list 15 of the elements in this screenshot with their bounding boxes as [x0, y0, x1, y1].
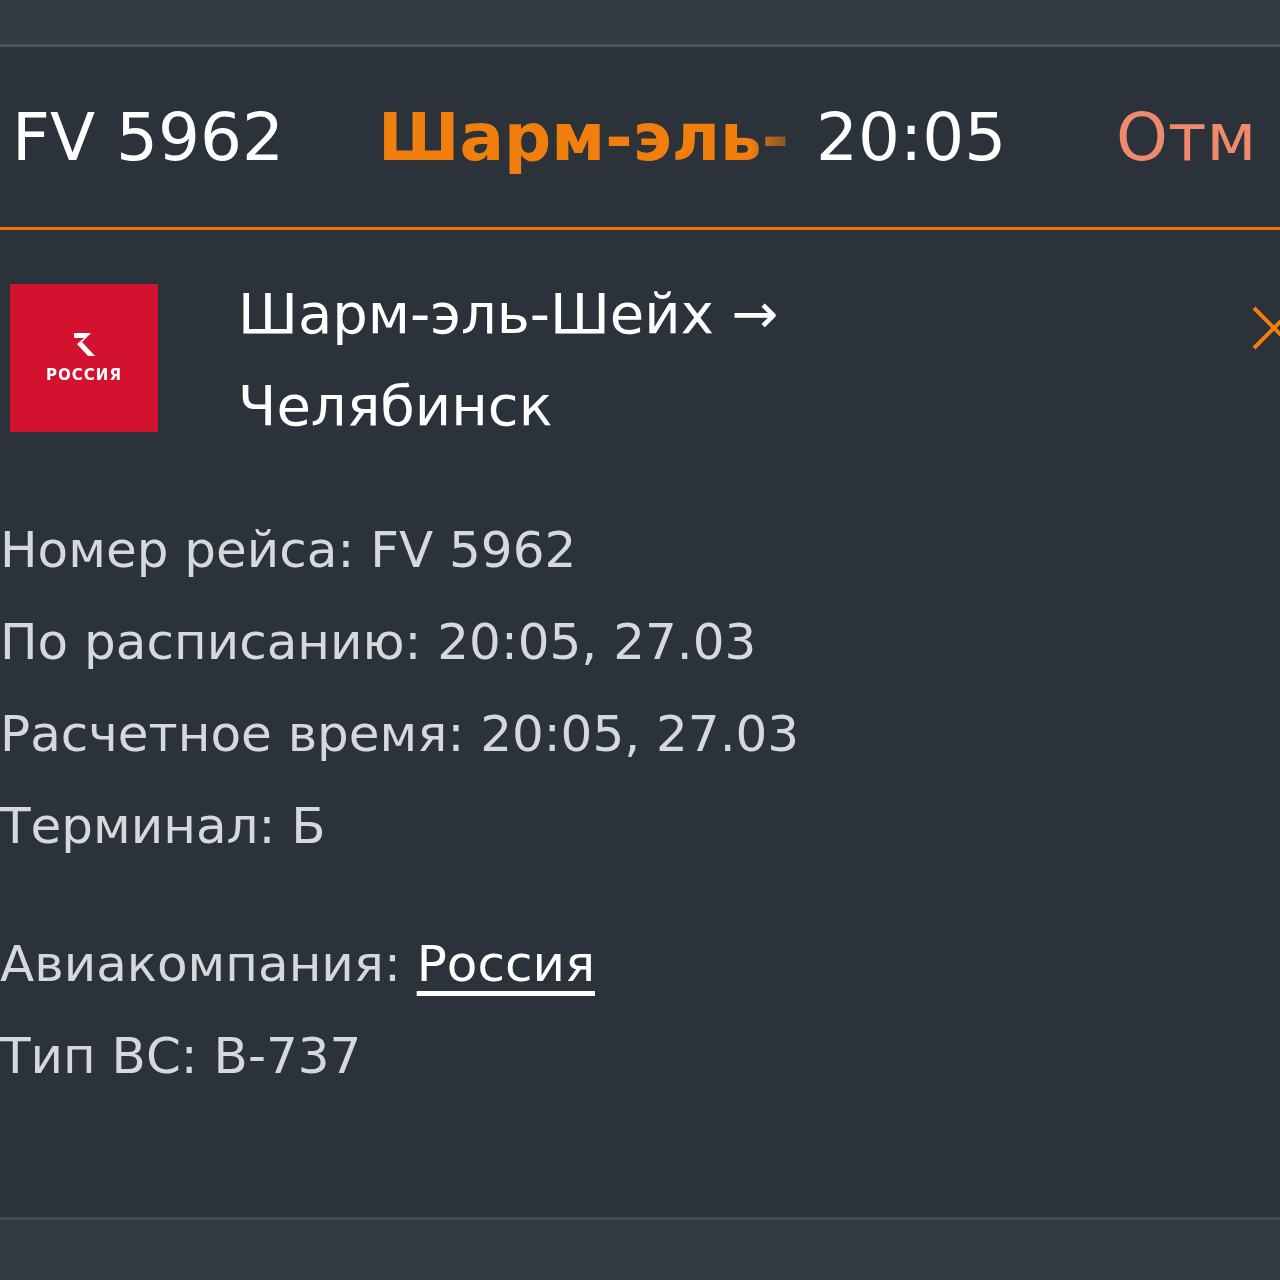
logo-text: РОССИЯ: [46, 364, 122, 386]
airline-label: Авиакомпания:: [0, 935, 401, 993]
aircraft-type: Тип ВС: B-737: [0, 1026, 363, 1087]
flight-number: FV 5962: [11, 97, 286, 178]
detail-text: Номер рейса: FV 5962: [0, 520, 578, 581]
detail-text: Терминал: Б: [0, 796, 327, 857]
detail-text: По расписанию: 20:05, 27.03: [0, 612, 758, 673]
route-origin: Шарм-эль-Шейх →: [238, 280, 779, 348]
departure-time: 20:05: [816, 97, 1008, 178]
detail-text: Расчетное время: 20:05, 27.03: [0, 704, 801, 765]
flight-row[interactable]: FV 5962 Шарм-эль- 20:05 Отм: [0, 47, 1280, 230]
airline-link[interactable]: Россия: [416, 935, 595, 993]
destination-text: Шарм-эль-: [378, 97, 791, 178]
flight-status: Отм: [1116, 97, 1257, 178]
route-destination: Челябинск: [238, 372, 554, 440]
